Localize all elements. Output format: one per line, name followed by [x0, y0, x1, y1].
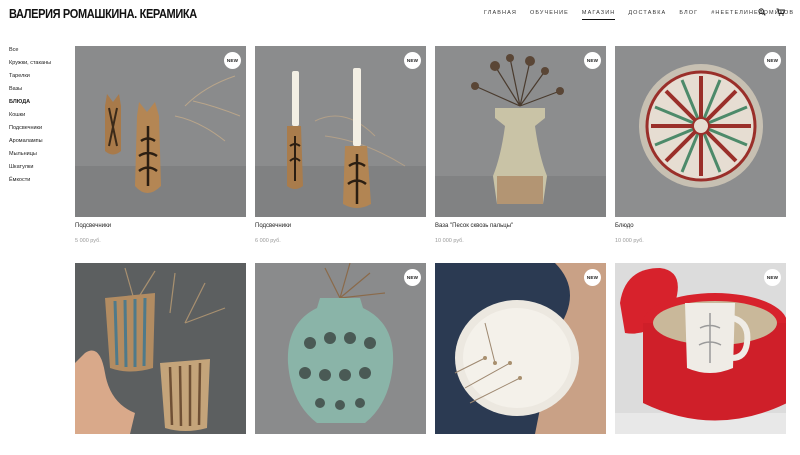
nav-delivery[interactable]: ДОСТАВКА — [628, 10, 666, 20]
product-title[interactable] — [75, 440, 246, 448]
nav-home[interactable]: ГЛАВНАЯ — [484, 10, 517, 20]
product-title[interactable] — [255, 440, 426, 448]
product-image[interactable]: NEW — [255, 46, 426, 217]
product-price: 10 000 руб. — [615, 238, 644, 244]
new-badge: NEW — [224, 52, 241, 69]
new-badge: NEW — [764, 269, 781, 286]
category-dishes[interactable]: БЛЮДА — [9, 98, 71, 111]
main-nav: ГЛАВНАЯ ОБУЧЕНИЕ МАГАЗИН ДОСТАВКА БЛОГ #… — [484, 10, 800, 20]
category-mugs[interactable]: Кружки, стаканы — [9, 59, 71, 72]
site-logo-title[interactable]: ВАЛЕРИЯ РОМАШКИНА. КЕРАМИКА — [9, 7, 197, 21]
product-image[interactable]: NEW — [615, 263, 786, 434]
category-boxes[interactable]: Шкатулки — [9, 163, 71, 176]
product-image[interactable]: NEW — [255, 263, 426, 434]
product-price: 10 000 руб. — [435, 238, 464, 244]
new-badge: NEW — [404, 269, 421, 286]
product-image[interactable] — [75, 263, 246, 434]
product-title[interactable]: Блюдо — [615, 223, 786, 231]
product-price: 5 000 руб. — [75, 238, 101, 244]
new-badge: NEW — [764, 52, 781, 69]
cart-icon[interactable] — [776, 8, 785, 16]
product-card[interactable]: NEW — [435, 263, 606, 455]
product-image[interactable]: NEW — [435, 46, 606, 217]
new-badge: NEW — [584, 52, 601, 69]
product-price: 6 000 руб. — [255, 238, 281, 244]
category-sidebar: Все Кружки, стаканы Тарелки Вазы БЛЮДА К… — [9, 46, 71, 189]
product-card[interactable] — [75, 263, 246, 455]
new-badge: NEW — [584, 269, 601, 286]
nav-shop[interactable]: МАГАЗИН — [581, 10, 616, 20]
product-card[interactable]: NEW — [615, 263, 786, 455]
product-card[interactable]: NEW — [255, 263, 426, 455]
search-icon[interactable] — [758, 8, 766, 16]
product-title[interactable] — [435, 440, 606, 448]
nav-learning[interactable]: ОБУЧЕНИЕ — [530, 10, 569, 20]
category-vases[interactable]: Вазы — [9, 85, 71, 98]
product-title[interactable] — [615, 440, 786, 448]
product-image[interactable]: NEW — [615, 46, 786, 217]
category-aroma-lamps[interactable]: Аромалампы — [9, 137, 71, 150]
product-title[interactable]: Подсвечники — [75, 223, 246, 231]
nav-blog[interactable]: БЛОГ — [679, 10, 698, 20]
product-title[interactable]: Подсвечники — [255, 223, 426, 231]
product-card[interactable]: NEW Подсвечники 5 000 руб. — [75, 46, 246, 244]
product-image[interactable]: NEW — [75, 46, 246, 217]
category-plates[interactable]: Тарелки — [9, 72, 71, 85]
category-all[interactable]: Все — [9, 46, 71, 59]
product-card[interactable]: NEW Подсвечники 6 000 руб. — [255, 46, 426, 244]
product-image[interactable]: NEW — [435, 263, 606, 434]
product-card[interactable]: NEW Блюдо 10 000 руб. — [615, 46, 786, 244]
category-soap-dishes[interactable]: Мыльницы — [9, 150, 71, 163]
new-badge: NEW — [404, 52, 421, 69]
product-card[interactable]: NEW Ваза "Песок сквозь пальцы" 10 000 ру… — [435, 46, 606, 244]
category-cats[interactable]: Кошки — [9, 111, 71, 124]
product-title[interactable]: Ваза "Песок сквозь пальцы" — [435, 223, 606, 231]
category-candlesticks[interactable]: Подсвечники — [9, 124, 71, 137]
header-icons — [758, 8, 785, 16]
category-containers[interactable]: Ёмкости — [9, 176, 71, 189]
